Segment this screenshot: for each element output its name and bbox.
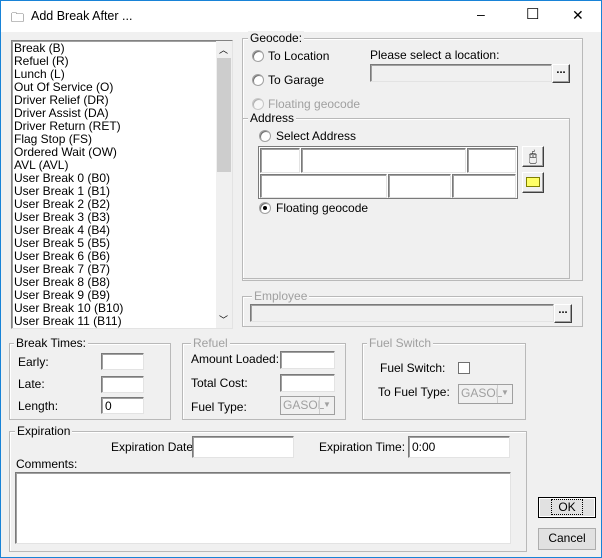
to-fuel-type-select[interactable]: GASOL ▼ <box>458 384 513 404</box>
total-cost-label: Total Cost: <box>191 376 248 390</box>
location-prompt: Please select a location: <box>370 48 500 62</box>
window-title: Add Break After ... <box>31 9 133 23</box>
floating-geocode-label: Floating geocode <box>268 97 361 111</box>
mail-address-button[interactable] <box>522 172 544 193</box>
expiration-date-label: Expiration Date: <box>111 440 197 454</box>
break-type-list[interactable]: Break (B) Refuel (R) Lunch (L) Out Of Servi… <box>11 40 233 329</box>
location-browse-button[interactable]: ... <box>552 64 570 83</box>
chevron-down-icon: ▼ <box>319 397 334 414</box>
ok-button[interactable]: OK <box>538 497 596 518</box>
address-legend: Address <box>248 111 297 125</box>
address-field[interactable] <box>452 174 516 198</box>
floating-geocode-radio[interactable] <box>252 98 264 110</box>
cancel-button[interactable]: Cancel <box>538 528 596 550</box>
list-item[interactable]: User Break 11 (B11) <box>14 315 122 328</box>
expiration-date-input[interactable] <box>192 436 294 458</box>
to-location-radio[interactable] <box>252 50 264 62</box>
employee-input[interactable] <box>250 304 554 322</box>
early-label: Early: <box>18 355 49 369</box>
amount-loaded-input[interactable] <box>280 351 335 369</box>
to-fuel-type-label: To Fuel Type: <box>378 385 450 399</box>
list-scrollbar[interactable]: ︿ ﹀ <box>216 41 232 328</box>
address-field[interactable] <box>260 148 300 173</box>
fuel-type-label: Fuel Type: <box>191 400 247 414</box>
to-garage-label: To Garage <box>268 73 325 87</box>
maximize-button[interactable]: ☐ <box>526 5 539 23</box>
close-button[interactable]: ✕ <box>572 7 584 24</box>
mouse-pick-button[interactable]: 🖰 <box>522 146 544 167</box>
address-floating-geocode-label: Floating geocode <box>276 201 369 215</box>
chevron-down-icon: ▼ <box>497 385 512 403</box>
select-address-label: Select Address <box>276 129 357 143</box>
minimize-button[interactable]: – <box>477 6 485 22</box>
add-break-dialog: 🗀 Add Break After ... – ☐ ✕ Break (B) Ref… <box>0 0 602 558</box>
geocode-legend: Geocode: <box>248 31 305 45</box>
scroll-up-icon[interactable]: ︿ <box>219 43 228 56</box>
total-cost-input[interactable] <box>280 374 335 392</box>
address-field[interactable] <box>301 148 466 173</box>
folder-window-icon: 🗀 <box>11 10 25 25</box>
address-field[interactable] <box>467 148 516 173</box>
mouse-icon: 🖰 <box>528 148 538 164</box>
comments-textarea[interactable] <box>15 472 511 544</box>
employee-legend: Employee <box>252 289 310 303</box>
break-times-legend: Break Times: <box>14 336 89 350</box>
address-field[interactable] <box>260 174 387 198</box>
address-grid <box>258 146 518 199</box>
scroll-thumb[interactable] <box>217 58 231 172</box>
address-field[interactable] <box>388 174 451 198</box>
refuel-legend: Refuel <box>191 336 230 350</box>
length-input[interactable]: 0 <box>101 397 144 414</box>
envelope-icon <box>526 177 540 187</box>
amount-loaded-label: Amount Loaded: <box>191 352 280 366</box>
scroll-down-icon[interactable]: ﹀ <box>219 313 228 326</box>
to-garage-radio[interactable] <box>252 74 264 86</box>
late-input[interactable] <box>101 376 144 393</box>
employee-browse-button[interactable]: ... <box>554 304 572 323</box>
expiration-time-input[interactable]: 0:00 <box>408 436 510 458</box>
comments-label: Comments: <box>16 457 78 471</box>
expiration-legend: Expiration <box>15 424 73 438</box>
expiration-time-label: Expiration Time: <box>319 440 406 454</box>
fuel-type-select[interactable]: GASOL ▼ <box>280 396 335 415</box>
address-floating-geocode-radio[interactable] <box>259 202 271 214</box>
fuel-switch-group: Fuel Switch <box>362 336 526 420</box>
location-input[interactable] <box>370 64 552 82</box>
title-bar: 🗀 Add Break After ... – ☐ ✕ <box>1 1 601 32</box>
early-input[interactable] <box>101 353 144 370</box>
select-address-radio[interactable] <box>259 130 271 142</box>
fuel-switch-checkbox[interactable] <box>458 362 470 374</box>
to-location-label: To Location <box>268 49 330 63</box>
fuel-switch-legend: Fuel Switch <box>367 336 434 350</box>
length-label: Length: <box>18 399 59 413</box>
late-label: Late: <box>18 377 45 391</box>
fuel-switch-label: Fuel Switch: <box>380 361 446 375</box>
ok-label: OK <box>551 499 583 515</box>
